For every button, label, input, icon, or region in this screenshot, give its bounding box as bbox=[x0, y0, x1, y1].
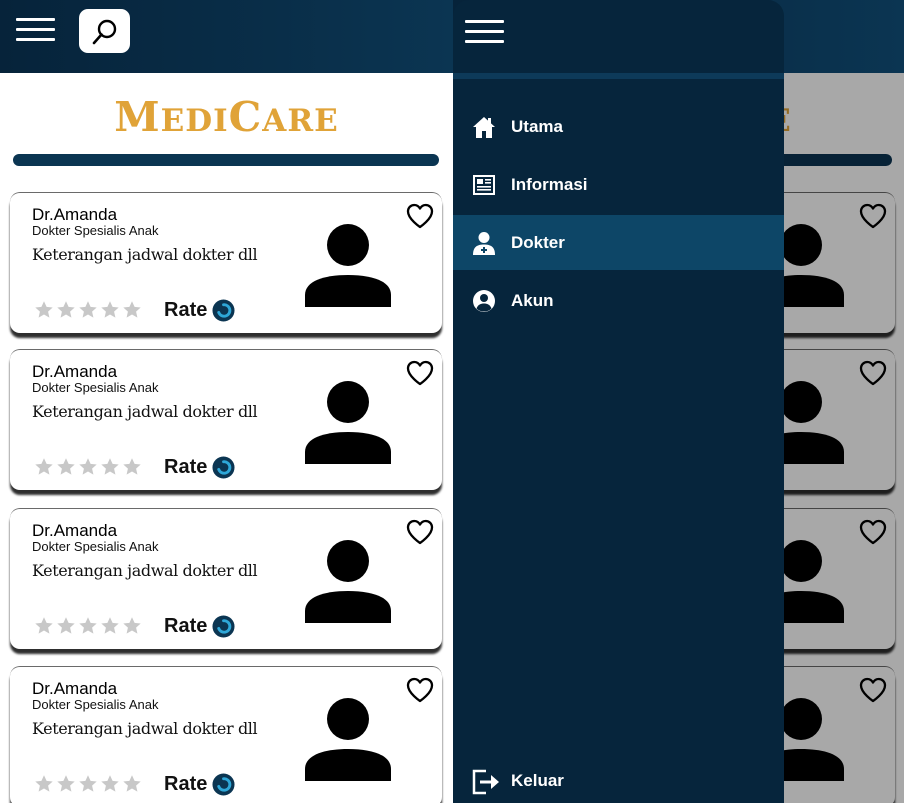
rating-star-icon[interactable] bbox=[122, 774, 142, 794]
favorite-heart-icon[interactable] bbox=[406, 203, 434, 229]
rating-star-icon[interactable] bbox=[100, 774, 120, 794]
doctor-avatar bbox=[305, 381, 391, 464]
rating-stars bbox=[34, 774, 144, 794]
favorite-heart-icon[interactable] bbox=[406, 360, 434, 386]
menu-item-label: Dokter bbox=[511, 233, 565, 252]
search-button[interactable] bbox=[79, 9, 130, 53]
doctor-specialty: Dokter Spesialis Anak bbox=[32, 223, 159, 238]
doctor-avatar bbox=[305, 224, 391, 307]
rating-stars bbox=[34, 300, 144, 320]
menu-item-utama[interactable]: Utama bbox=[453, 99, 784, 154]
menu-item-label: Akun bbox=[511, 291, 554, 310]
rate-label: Rate bbox=[164, 773, 208, 795]
logout-icon bbox=[472, 769, 499, 795]
rate-icon[interactable] bbox=[212, 615, 235, 638]
doctor-name: Dr.Amanda bbox=[32, 362, 118, 381]
rating-star-icon[interactable] bbox=[34, 457, 54, 477]
menu-line bbox=[465, 40, 504, 43]
rate-label: Rate bbox=[164, 299, 208, 321]
rating-star-icon[interactable] bbox=[100, 616, 120, 636]
rating-star-icon[interactable] bbox=[122, 616, 142, 636]
doctor-avatar bbox=[305, 540, 391, 623]
rate-label: Rate bbox=[164, 615, 208, 637]
app-logo: MEDICARE bbox=[114, 93, 339, 141]
rating-stars bbox=[34, 457, 144, 477]
doctor-specialty: Dokter Spesialis Anak bbox=[32, 380, 159, 395]
menu-item-label: Utama bbox=[511, 117, 563, 136]
rating-star-icon[interactable] bbox=[56, 616, 76, 636]
rating-star-icon[interactable] bbox=[78, 616, 98, 636]
menu-item-akun[interactable]: Akun bbox=[453, 273, 784, 328]
home-icon bbox=[473, 117, 495, 138]
drawer-divider bbox=[453, 73, 784, 79]
logout-label: Keluar bbox=[511, 771, 564, 790]
rating-stars bbox=[34, 616, 144, 636]
menu-line bbox=[16, 28, 55, 31]
rating-star-icon[interactable] bbox=[122, 300, 142, 320]
rating-star-icon[interactable] bbox=[56, 774, 76, 794]
doctor-card[interactable]: Dr.AmandaDokter Spesialis Anak Keterangan… bbox=[10, 192, 442, 333]
doctor-schedule-info: Keterangan jadwal dokter dll bbox=[32, 719, 258, 738]
rating-star-icon[interactable] bbox=[100, 457, 120, 477]
menu-line bbox=[16, 38, 55, 41]
favorite-heart-icon[interactable] bbox=[406, 677, 434, 703]
rating-star-icon[interactable] bbox=[34, 300, 54, 320]
header-divider bbox=[13, 154, 439, 166]
rating-star-icon[interactable] bbox=[56, 300, 76, 320]
rating-star-icon[interactable] bbox=[56, 457, 76, 477]
doctor-name: Dr.Amanda bbox=[32, 205, 118, 224]
menu-button[interactable] bbox=[16, 18, 56, 42]
menu-item-informasi[interactable]: Informasi bbox=[453, 157, 784, 212]
rating-star-icon[interactable] bbox=[78, 457, 98, 477]
logout-button[interactable]: Keluar bbox=[453, 753, 784, 803]
doctor-avatar bbox=[305, 698, 391, 781]
navigation-drawer: Utama Informasi Dokter Akun Keluar bbox=[453, 0, 784, 803]
app-bar bbox=[0, 0, 453, 73]
doctor-specialty: Dokter Spesialis Anak bbox=[32, 539, 159, 554]
doctor-card[interactable]: Dr.AmandaDokter Spesialis Anak Keterangan… bbox=[10, 666, 442, 803]
doctor-schedule-info: Keterangan jadwal dokter dll bbox=[32, 245, 258, 264]
rating-star-icon[interactable] bbox=[100, 300, 120, 320]
rate-icon[interactable] bbox=[212, 773, 235, 796]
doctor-name: Dr.Amanda bbox=[32, 679, 118, 698]
search-icon bbox=[92, 19, 117, 45]
doctor-icon bbox=[473, 232, 495, 255]
rating-star-icon[interactable] bbox=[78, 300, 98, 320]
rate-icon[interactable] bbox=[212, 456, 235, 479]
news-icon bbox=[473, 175, 495, 195]
doctor-schedule-info: Keterangan jadwal dokter dll bbox=[32, 402, 258, 421]
account-icon bbox=[473, 290, 495, 312]
drawer-menu-button[interactable] bbox=[465, 20, 505, 44]
menu-line bbox=[465, 30, 504, 33]
doctor-card[interactable]: Dr.AmandaDokter Spesialis Anak Keterangan… bbox=[10, 508, 442, 649]
doctor-card[interactable]: Dr.AmandaDokter Spesialis Anak Keterangan… bbox=[10, 349, 442, 490]
rating-star-icon[interactable] bbox=[34, 616, 54, 636]
doctor-name: Dr.Amanda bbox=[32, 521, 118, 540]
drawer-screen: MEDICARE Dr.AmandaDokter Spesialis AnakK… bbox=[453, 0, 904, 803]
menu-line bbox=[16, 18, 55, 21]
favorite-heart-icon[interactable] bbox=[406, 519, 434, 545]
rate-icon[interactable] bbox=[212, 299, 235, 322]
rate-label: Rate bbox=[164, 456, 208, 478]
rating-star-icon[interactable] bbox=[122, 457, 142, 477]
menu-line bbox=[465, 20, 504, 23]
rating-star-icon[interactable] bbox=[34, 774, 54, 794]
doctor-list-screen: MEDICARE Dr.Amanda Dokter Spesialis Anak K… bbox=[0, 0, 453, 803]
doctor-schedule-info: Keterangan jadwal dokter dll bbox=[32, 561, 258, 580]
rating-star-icon[interactable] bbox=[78, 774, 98, 794]
menu-item-label: Informasi bbox=[511, 175, 588, 194]
doctor-specialty: Dokter Spesialis Anak bbox=[32, 697, 159, 712]
menu-item-dokter[interactable]: Dokter bbox=[453, 215, 784, 270]
